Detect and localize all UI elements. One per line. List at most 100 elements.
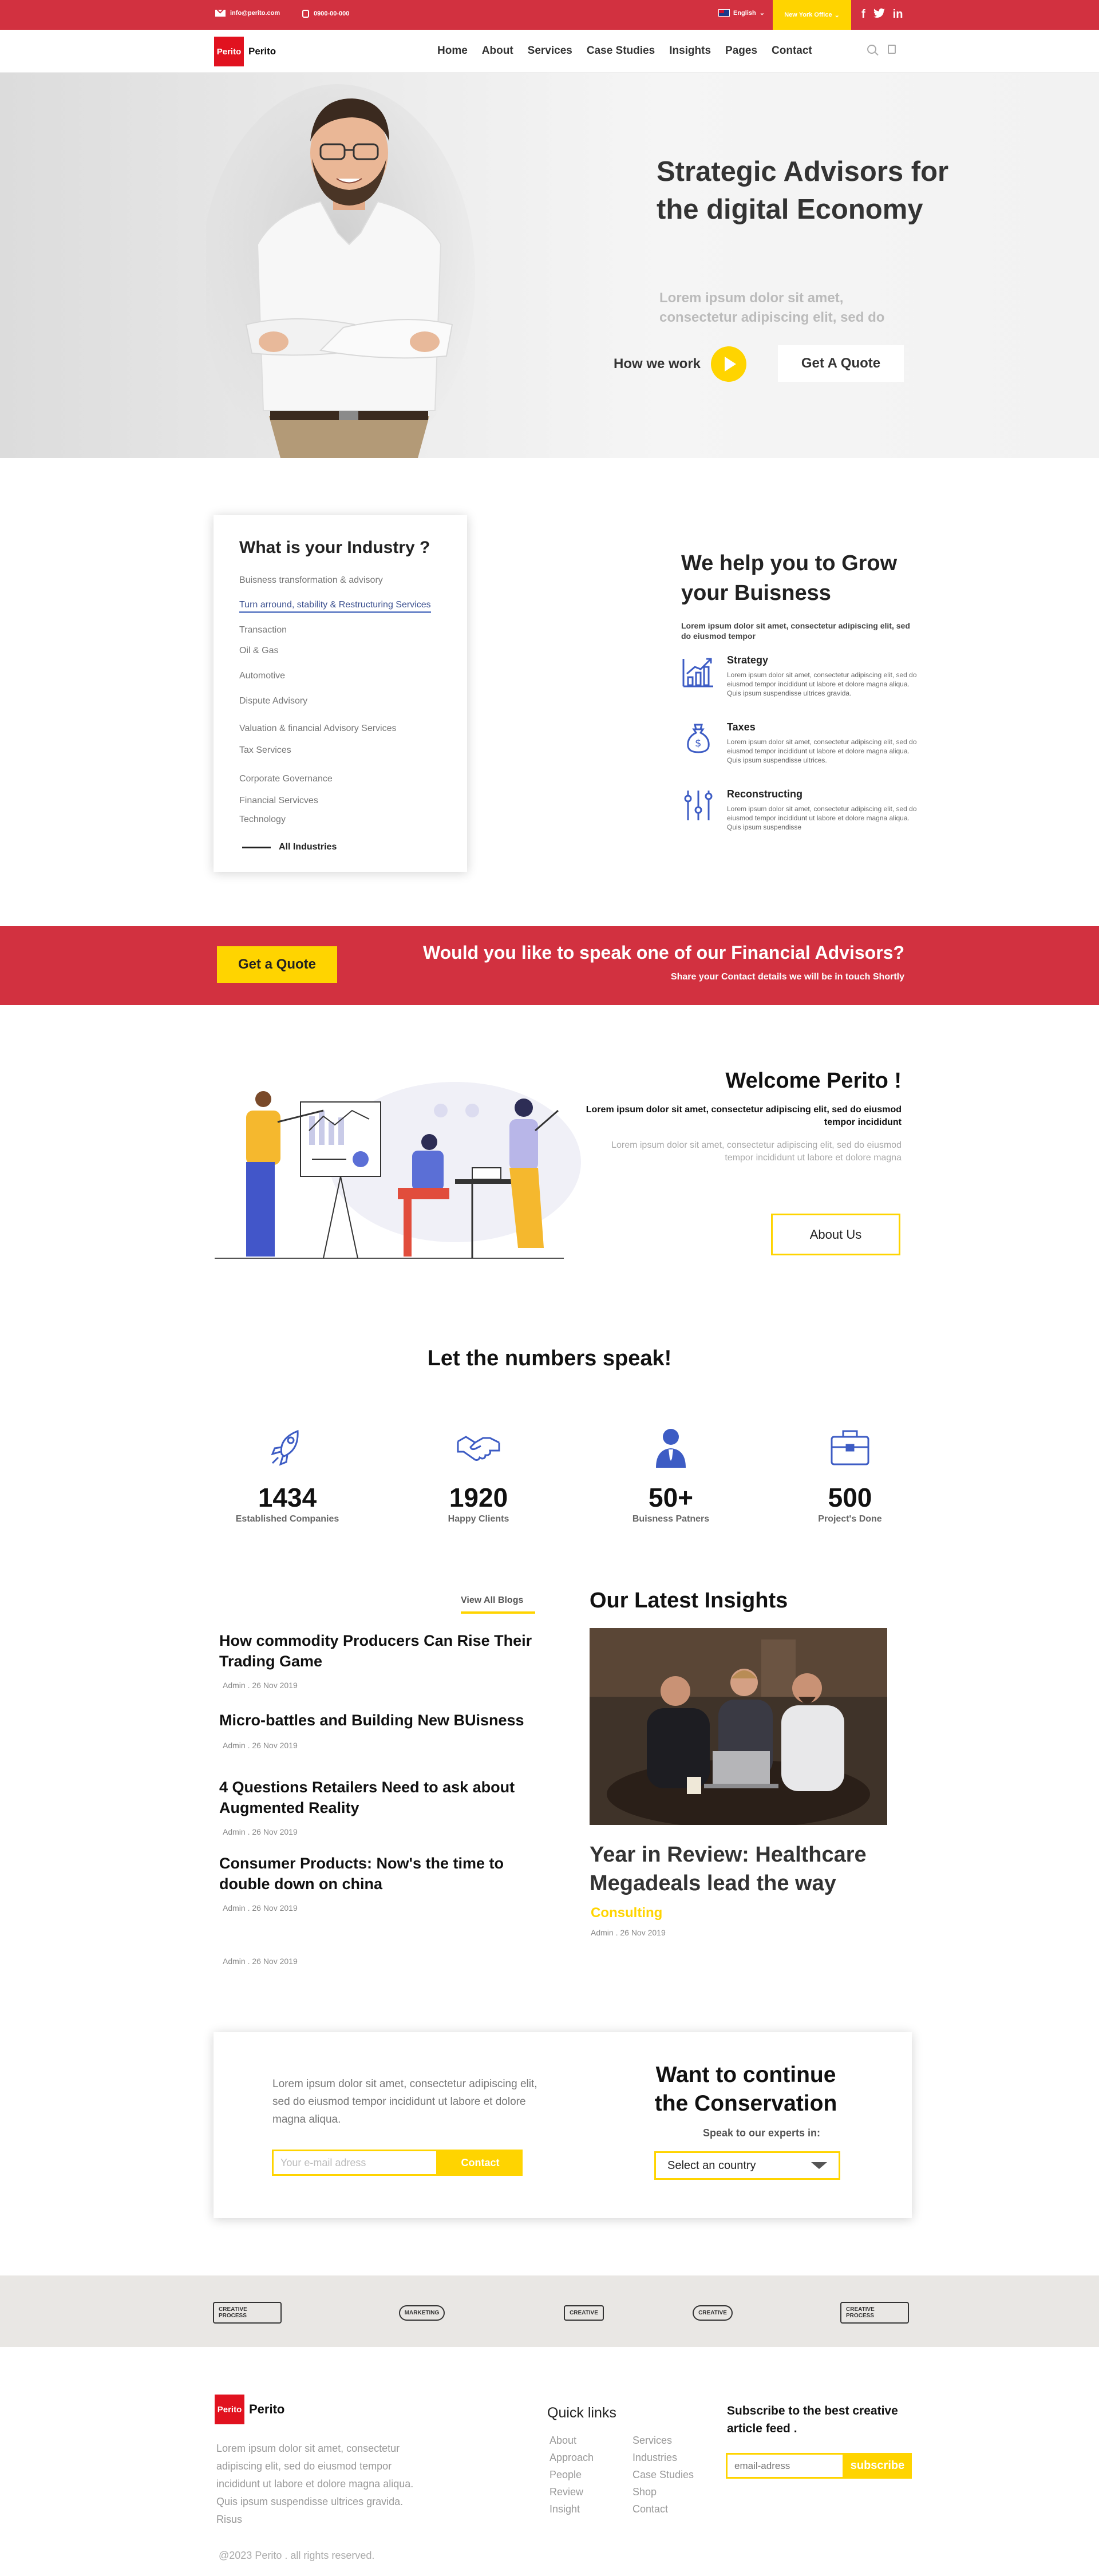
blog-title[interactable]: Micro-battles and Building New BUisness	[219, 1710, 551, 1730]
insight-headline[interactable]: Year in Review: Healthcare Megadeals lea…	[590, 1840, 899, 1898]
blog-post[interactable]: How commodity Producers Can Rise Their T…	[219, 1630, 551, 1690]
search-icon[interactable]	[867, 45, 876, 54]
nav-item-home[interactable]: Home	[437, 45, 468, 57]
stat-established-companies: 1434 Established Companies	[219, 1424, 356, 1524]
insight-category[interactable]: Consulting	[591, 1905, 662, 1921]
language-selector[interactable]: English ⌄	[718, 9, 765, 17]
play-icon[interactable]	[711, 346, 747, 382]
industry-card: What is your Industry ? Buisness transfo…	[214, 515, 467, 872]
footer-text: Lorem ipsum dolor sit amet, consectetur …	[216, 2443, 414, 2525]
facebook-icon[interactable]: f	[861, 8, 865, 22]
get-a-quote-banner-button[interactable]: Get a Quote	[217, 946, 337, 983]
blog-post[interactable]: 4 Questions Retailers Need to ask about …	[219, 1777, 551, 1836]
blog-title[interactable]: Consumer Products: Now's the time to dou…	[219, 1853, 551, 1894]
footer-link-review[interactable]: Review	[550, 2483, 594, 2500]
industry-item-active[interactable]: Turn arround, stability & Restructuring …	[239, 600, 431, 613]
blog-meta: Admin . 26 Nov 2019	[223, 1957, 298, 1966]
how-we-work-link[interactable]: How we work	[614, 346, 747, 382]
copyright-text: @2023 Perito . all rights reserved.	[219, 2550, 375, 2561]
quick-links-col1: About Approach People Review Insight	[550, 2432, 594, 2518]
blog-title[interactable]: 4 Questions Retailers Need to ask about …	[219, 1777, 551, 1818]
office-label: New York Office	[784, 11, 832, 18]
email-link[interactable]: info@perito.com	[215, 10, 280, 17]
banner-title: Would you like to speak one of our Finan…	[422, 942, 904, 963]
stat-happy-clients: 1920 Happy Clients	[410, 1424, 547, 1524]
feature-text: Lorem ipsum dolor sit amet, consectetur …	[727, 671, 917, 697]
office-selector[interactable]: New York Office ⌄	[773, 0, 851, 30]
industry-item[interactable]: Buisness transformation & advisory	[239, 575, 383, 586]
country-select[interactable]: Select an country	[654, 2151, 840, 2180]
site-logo[interactable]: Perito Perito	[214, 37, 276, 66]
footer-link-people[interactable]: People	[550, 2466, 594, 2483]
industry-item[interactable]: Automotive	[239, 671, 285, 681]
nav-item-about[interactable]: About	[482, 45, 513, 57]
nav-item-services[interactable]: Services	[528, 45, 572, 57]
feature-title: Strategy	[727, 654, 769, 666]
underline-bar	[461, 1611, 535, 1614]
industry-item[interactable]: Corporate Governance	[239, 774, 333, 784]
cta-banner: Get a Quote Would you like to speak one …	[0, 926, 1099, 1005]
insight-image[interactable]	[590, 1628, 887, 1825]
nav-item-insights[interactable]: Insights	[669, 45, 711, 57]
insight-meta: Admin . 26 Nov 2019	[591, 1928, 666, 1937]
industry-item[interactable]: Financial Servicves	[239, 796, 318, 806]
blog-title[interactable]: How commodity Producers Can Rise Their T…	[219, 1630, 551, 1672]
nav-item-pages[interactable]: Pages	[725, 45, 757, 57]
footer-logo[interactable]: Perito Perito	[215, 2395, 284, 2424]
blog-post[interactable]: Micro-battles and Building New BUisness …	[219, 1710, 551, 1750]
language-label: English	[733, 9, 756, 17]
twitter-icon[interactable]	[873, 8, 885, 22]
main-navbar: Perito Perito Home About Services Case S…	[0, 30, 1099, 73]
feature-title: Taxes	[727, 721, 756, 733]
footer-link-industries[interactable]: Industries	[632, 2449, 694, 2466]
industry-item[interactable]: Oil & Gas	[239, 646, 278, 656]
get-a-quote-button[interactable]: Get A Quote	[778, 345, 904, 382]
chevron-down-icon: ⌄	[834, 11, 840, 19]
blog-post[interactable]: Consumer Products: Now's the time to dou…	[219, 1853, 551, 1913]
about-us-button[interactable]: About Us	[771, 1214, 900, 1255]
footer-link-contact[interactable]: Contact	[632, 2500, 694, 2518]
logo-text: Perito	[249, 2402, 285, 2416]
industry-title: What is your Industry ?	[239, 538, 430, 557]
linkedin-icon[interactable]: in	[893, 8, 903, 22]
speak-label: Speak to our experts in:	[703, 2127, 821, 2139]
footer-link-services[interactable]: Services	[632, 2432, 694, 2449]
nav-item-contact[interactable]: Contact	[772, 45, 812, 57]
nav-icons	[867, 45, 896, 54]
handshake-icon	[457, 1436, 500, 1461]
businessman-icon	[656, 1429, 686, 1468]
industry-item[interactable]: Dispute Advisory	[239, 696, 307, 706]
cart-icon[interactable]	[888, 45, 896, 54]
footer-link-approach[interactable]: Approach	[550, 2449, 594, 2466]
industry-item[interactable]: Valuation & financial Advisory Services	[239, 724, 397, 734]
stat-business-partners: 50+ Buisness Patners	[602, 1424, 740, 1524]
industry-item[interactable]: Tax Services	[239, 745, 291, 756]
footer-link-insight[interactable]: Insight	[550, 2500, 594, 2518]
all-industries-link[interactable]: All Industries	[242, 842, 337, 852]
growth-chart-icon	[682, 658, 713, 688]
nav-item-case-studies[interactable]: Case Studies	[587, 45, 655, 57]
email-input[interactable]	[272, 2150, 438, 2176]
flag-icon	[718, 9, 730, 17]
footer-link-shop[interactable]: Shop	[632, 2483, 694, 2500]
phone-link[interactable]: 0900-00-000	[302, 10, 349, 18]
footer-link-case-studies[interactable]: Case Studies	[632, 2466, 694, 2483]
stat-value: 1434	[258, 1483, 317, 1512]
feature-text: Lorem ipsum dolor sit amet, consectetur …	[727, 805, 917, 831]
welcome-lead: Lorem ipsum dolor sit amet, consectetur …	[586, 1105, 902, 1127]
subscribe-button[interactable]: subscribe	[843, 2453, 912, 2479]
client-logos-strip: CREATIVE PROCESS MARKETING CREATIVE CREA…	[0, 2275, 1099, 2347]
hero-person-image	[206, 84, 475, 458]
industry-item[interactable]: Transaction	[239, 625, 287, 635]
stat-label: Established Companies	[235, 1514, 339, 1524]
client-logo: MARKETING	[388, 2298, 456, 2327]
banner-subtitle: Share your Contact details we will be in…	[670, 972, 904, 982]
view-all-blogs-link[interactable]: View All Blogs	[461, 1595, 535, 1614]
nav-menu: Home About Services Case Studies Insight…	[437, 45, 812, 57]
briefcase-icon	[831, 1430, 869, 1465]
footer-link-about[interactable]: About	[550, 2432, 594, 2449]
blog-meta: Admin . 26 Nov 2019	[223, 1903, 298, 1913]
industry-item[interactable]: Technology	[239, 815, 286, 825]
subscribe-email-input[interactable]	[726, 2453, 844, 2479]
contact-button[interactable]: Contact	[438, 2150, 523, 2176]
